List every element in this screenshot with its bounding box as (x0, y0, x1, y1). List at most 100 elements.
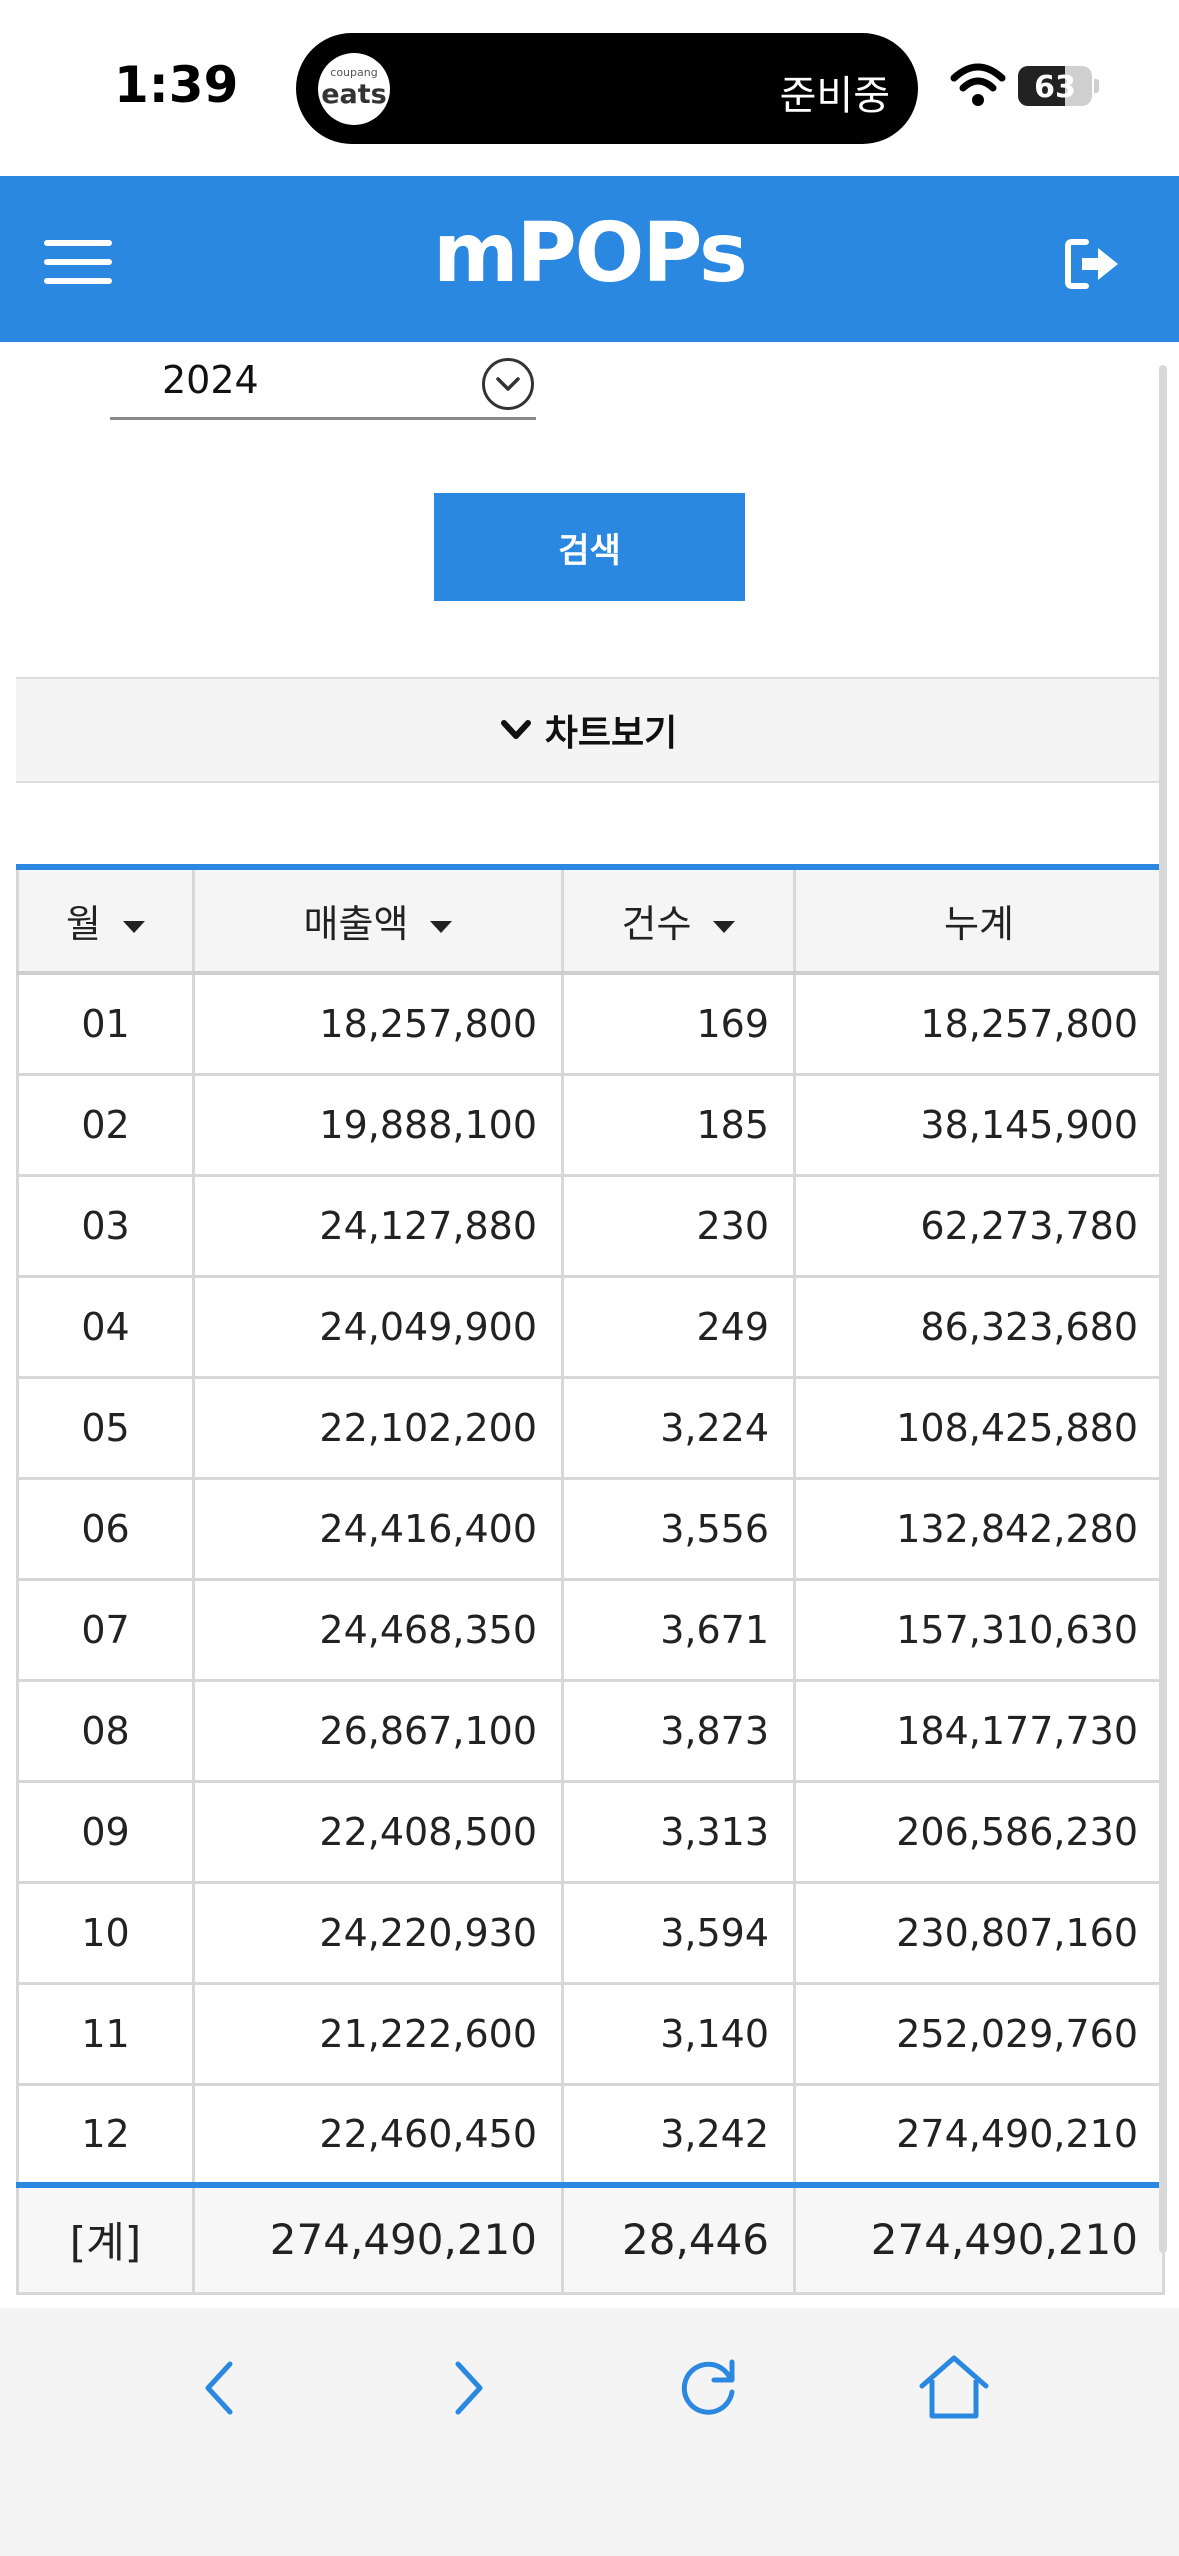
back-icon[interactable] (182, 2348, 262, 2428)
page: 1:39 coupang eats 준비중 63 mPOPs 2024 검색 차… (0, 0, 1179, 2556)
table-header-row: 월 매출액 건수 누계 (16, 865, 1165, 975)
home-icon[interactable] (914, 2348, 994, 2428)
sales-cell: 24,049,900 (192, 1274, 564, 1379)
month-cell: 01 (16, 971, 195, 1076)
sales-cell: 24,220,930 (192, 1880, 564, 1985)
island-status-text: 준비중 (779, 73, 890, 119)
count-cell: 249 (561, 1274, 796, 1379)
cumulative-cell: 274,490,210 (793, 2082, 1165, 2187)
logout-icon[interactable] (1062, 236, 1122, 292)
cumulative-cell: 206,586,230 (793, 1779, 1165, 1884)
cumulative-cell: 62,273,780 (793, 1173, 1165, 1278)
sales-cell: 24,127,880 (192, 1173, 564, 1278)
chart-toggle[interactable]: 차트보기 (16, 677, 1162, 783)
table-row: 04 24,049,900 249 86,323,680 (16, 1274, 1165, 1379)
sort-caret-icon (430, 920, 453, 933)
cumulative-cell: 18,257,800 (793, 971, 1165, 1076)
sales-cell: 22,408,500 (192, 1779, 564, 1884)
sales-table: 월 매출액 건수 누계 01 18,257,800 169 18,257,800 (16, 864, 1165, 2295)
count-cell: 3,242 (561, 2082, 796, 2187)
count-cell: 230 (561, 1173, 796, 1278)
sales-cell: 21,222,600 (192, 1981, 564, 2086)
sales-header-label: 매출액 (303, 902, 409, 946)
table-row: 03 24,127,880 230 62,273,780 (16, 1173, 1165, 1278)
battery-icon: 63 (1018, 66, 1099, 106)
coupang-eats-logo: coupang eats (318, 53, 390, 125)
cumulative-cell: 157,310,630 (793, 1577, 1165, 1682)
table-row: 10 24,220,930 3,594 230,807,160 (16, 1880, 1165, 1985)
count-cell: 3,873 (561, 1678, 796, 1783)
table-row: 11 21,222,600 3,140 252,029,760 (16, 1981, 1165, 2086)
app-title: mPOPs (433, 206, 748, 301)
logo-small-text: coupang (330, 66, 378, 79)
total-cumulative-cell: 274,490,210 (793, 2182, 1165, 2295)
forward-icon[interactable] (426, 2348, 506, 2428)
month-cell: 08 (16, 1678, 195, 1783)
chart-toggle-label: 차트보기 (544, 713, 678, 754)
month-cell: 03 (16, 1173, 195, 1278)
sales-cell: 22,102,200 (192, 1375, 564, 1480)
total-label-cell: [계] (16, 2182, 195, 2295)
month-cell: 11 (16, 1981, 195, 2086)
chevron-down-icon[interactable] (482, 358, 534, 410)
count-cell: 3,224 (561, 1375, 796, 1480)
cumulative-header-label: 누계 (944, 902, 1014, 946)
cumulative-cell: 132,842,280 (793, 1476, 1165, 1581)
table-row: 07 24,468,350 3,671 157,310,630 (16, 1577, 1165, 1682)
month-cell: 12 (16, 2082, 195, 2187)
table-row: 12 22,460,450 3,242 274,490,210 (16, 2082, 1165, 2187)
month-cell: 09 (16, 1779, 195, 1884)
scrollbar[interactable] (1159, 365, 1167, 2253)
table-row: 02 19,888,100 185 38,145,900 (16, 1072, 1165, 1177)
sort-caret-icon (713, 920, 736, 933)
table-row: 01 18,257,800 169 18,257,800 (16, 971, 1165, 1076)
table-row: 05 22,102,200 3,224 108,425,880 (16, 1375, 1165, 1480)
table-row: 08 26,867,100 3,873 184,177,730 (16, 1678, 1165, 1783)
cumulative-cell: 252,029,760 (793, 1981, 1165, 2086)
total-sales-cell: 274,490,210 (192, 2182, 564, 2295)
count-column-header[interactable]: 건수 (561, 865, 796, 975)
app-header: mPOPs (0, 176, 1179, 342)
sort-caret-icon (122, 920, 145, 933)
sales-cell: 19,888,100 (192, 1072, 564, 1177)
wifi-icon (950, 63, 1006, 106)
sales-column-header[interactable]: 매출액 (192, 865, 564, 975)
month-cell: 10 (16, 1880, 195, 1985)
year-value: 2024 (162, 358, 259, 402)
cumulative-cell: 38,145,900 (793, 1072, 1165, 1177)
month-cell: 07 (16, 1577, 195, 1682)
battery-level: 63 (1034, 70, 1076, 105)
sales-cell: 24,416,400 (192, 1476, 564, 1581)
dynamic-island[interactable]: coupang eats 준비중 (296, 33, 918, 144)
count-cell: 3,140 (561, 1981, 796, 2086)
total-count-cell: 28,446 (561, 2182, 796, 2295)
month-cell: 05 (16, 1375, 195, 1480)
sales-cell: 18,257,800 (192, 971, 564, 1076)
sales-cell: 26,867,100 (192, 1678, 564, 1783)
count-cell: 3,313 (561, 1779, 796, 1884)
search-button[interactable]: 검색 (434, 493, 745, 601)
table-row: 06 24,416,400 3,556 132,842,280 (16, 1476, 1165, 1581)
table-total-row: [계] 274,490,210 28,446 274,490,210 (16, 2182, 1165, 2295)
cumulative-cell: 230,807,160 (793, 1880, 1165, 1985)
count-cell: 3,594 (561, 1880, 796, 1985)
count-cell: 169 (561, 971, 796, 1076)
month-cell: 02 (16, 1072, 195, 1177)
count-cell: 3,556 (561, 1476, 796, 1581)
month-column-header[interactable]: 월 (16, 865, 195, 975)
status-time: 1:39 (114, 56, 239, 114)
table-row: 09 22,408,500 3,313 206,586,230 (16, 1779, 1165, 1884)
year-select[interactable]: 2024 (110, 350, 536, 420)
cumulative-cell: 108,425,880 (793, 1375, 1165, 1480)
count-cell: 185 (561, 1072, 796, 1177)
status-bar: 1:39 coupang eats 준비중 63 (0, 0, 1179, 176)
month-cell: 06 (16, 1476, 195, 1581)
reload-icon[interactable] (670, 2348, 750, 2428)
count-cell: 3,671 (561, 1577, 796, 1682)
chevron-down-icon (500, 720, 531, 739)
logo-big-text: eats (321, 79, 387, 110)
browser-toolbar (0, 2308, 1179, 2556)
sales-cell: 24,468,350 (192, 1577, 564, 1682)
cumulative-cell: 184,177,730 (793, 1678, 1165, 1783)
cumulative-column-header: 누계 (793, 865, 1165, 975)
